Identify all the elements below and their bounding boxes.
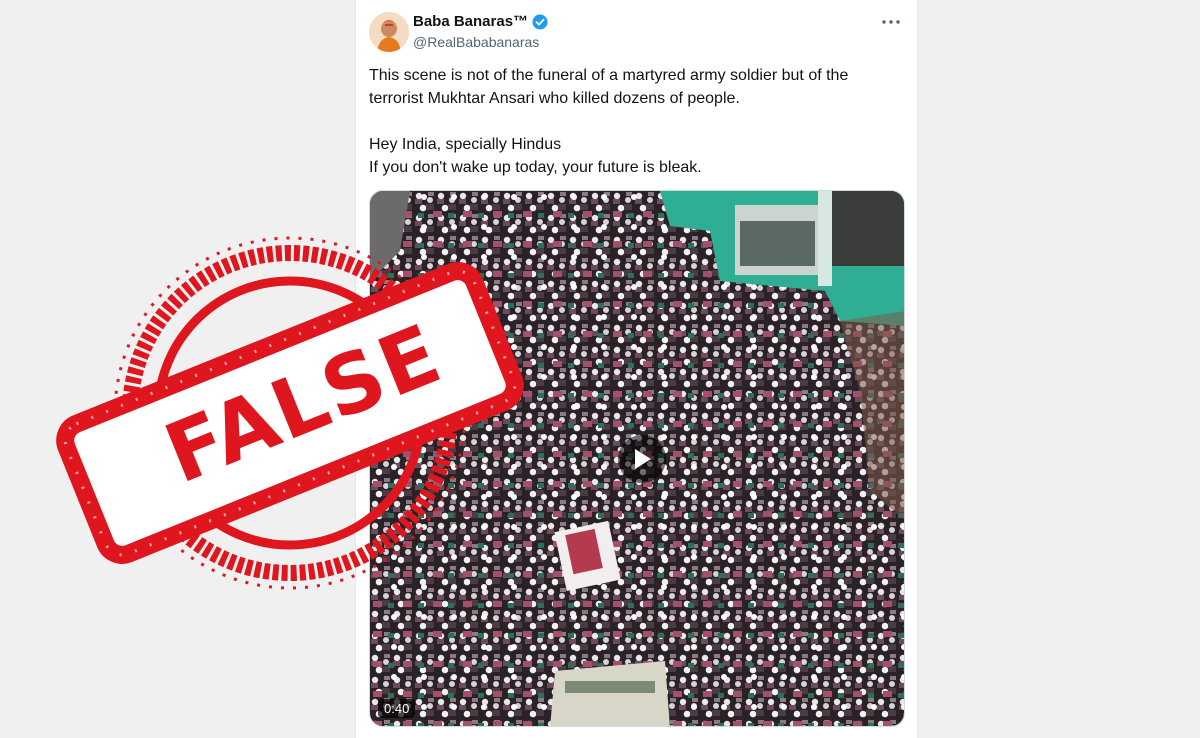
video-player[interactable]: 0:40 [369,190,905,727]
video-duration: 0:40 [378,699,416,718]
play-icon[interactable] [618,435,666,483]
avatar[interactable] [369,12,409,52]
author-row: Baba Banaras™ [413,13,548,30]
more-options-icon[interactable] [879,10,903,34]
verified-badge-icon [532,14,548,30]
tweet-text: This scene is not of the funeral of a ma… [369,67,849,176]
author-name[interactable]: Baba Banaras™ [413,13,528,30]
author-handle[interactable]: @RealBababanaras [413,34,539,50]
